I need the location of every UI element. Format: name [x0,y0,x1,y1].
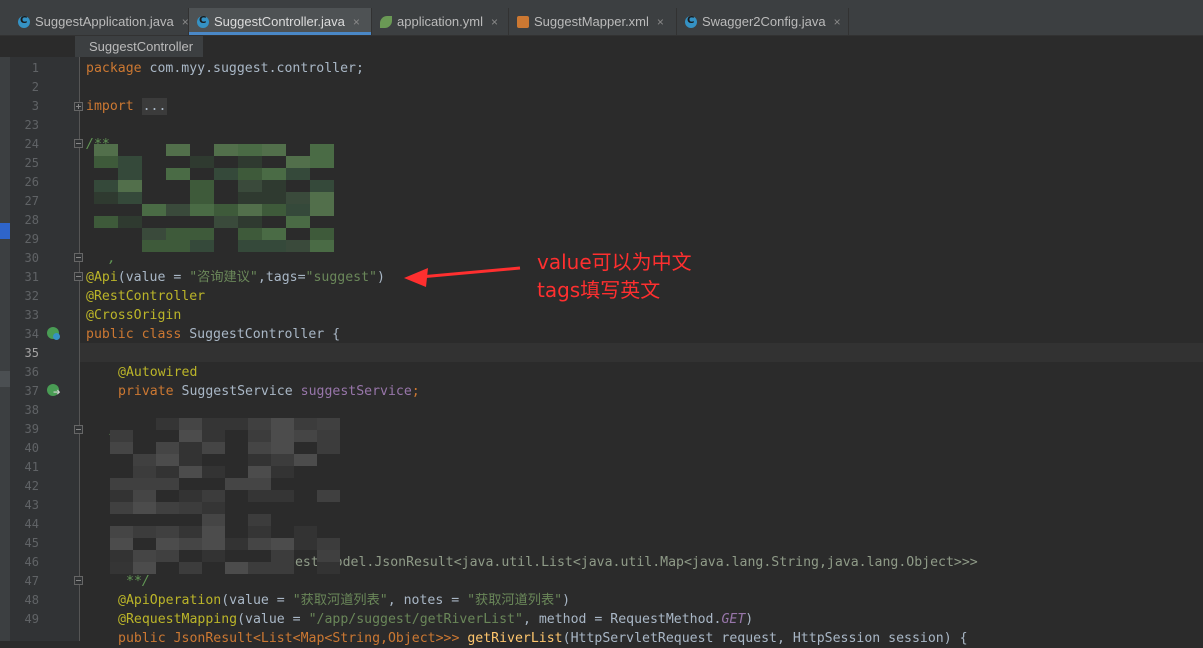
line-number: 37 [24,384,39,398]
line-number: 27 [24,194,39,208]
line-number: 40 [24,441,39,455]
line-number: 48 [24,593,39,607]
line-number: 46 [24,555,39,569]
line-number: 29 [24,232,39,246]
line-number: 31 [24,270,39,284]
line-number: 25 [24,156,39,170]
annotation-overlay [404,266,521,287]
line-number: 42 [24,479,39,493]
line-number: 28 [24,213,39,227]
line-number: 3 [31,99,39,113]
annotation-note-line2: tags填写英文 [537,278,661,302]
line-number: 1 [31,61,39,75]
line-number: 45 [24,536,39,550]
line-number: 36 [24,365,39,379]
line-number: 2 [31,80,39,94]
line-number: 24 [24,137,39,151]
annotation-note-line1: value可以为中文 [537,250,692,274]
annotation-arrow-head [404,268,428,287]
line-number: 47 [24,574,39,588]
line-number: 44 [24,517,39,531]
line-number: 49 [24,612,39,626]
line-number: 26 [24,175,39,189]
line-number: 23 [24,118,39,132]
line-number: 35 [24,346,39,360]
line-number: 30 [24,251,39,265]
line-number: 38 [24,403,39,417]
line-number: 39 [24,422,39,436]
line-number: 34 [24,327,39,341]
line-number: 41 [24,460,39,474]
annotation-arrow-line [419,266,521,279]
line-number: 33 [24,308,39,322]
line-number: 43 [24,498,39,512]
line-number: 32 [24,289,39,303]
